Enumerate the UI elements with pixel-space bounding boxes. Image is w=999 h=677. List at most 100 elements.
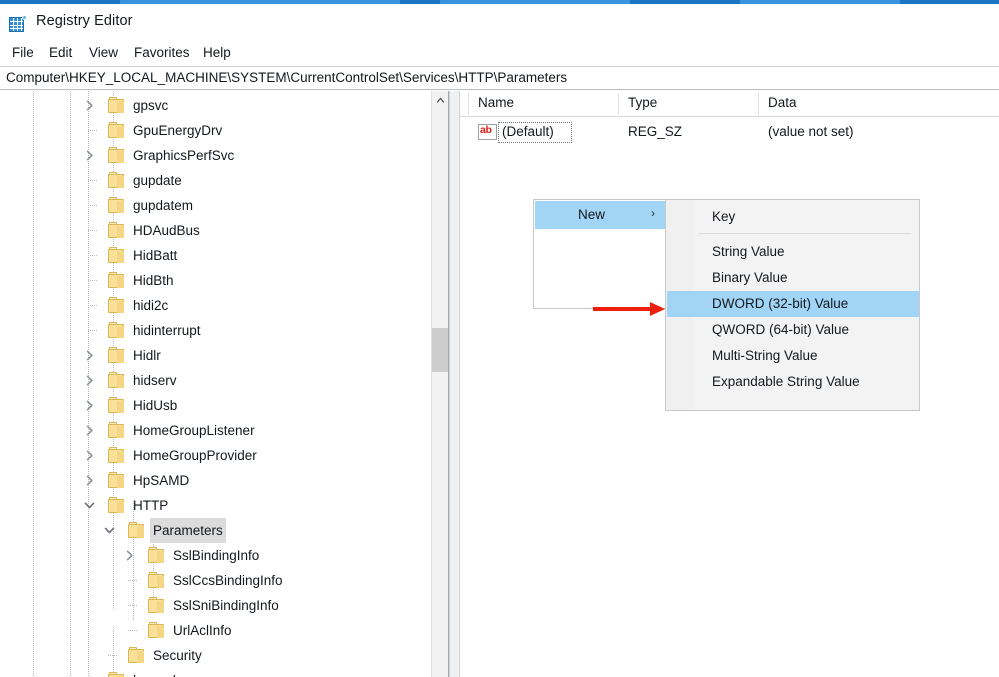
tree-item-label: HomeGroupListener bbox=[133, 423, 255, 438]
menu-help[interactable]: Help bbox=[199, 43, 235, 62]
tree-item-homegrouplistener[interactable]: HomeGroupListener bbox=[0, 418, 432, 443]
folder-icon bbox=[108, 297, 125, 313]
chevron-down-icon[interactable] bbox=[84, 500, 95, 511]
tree-item-label: gpsvc bbox=[133, 98, 169, 113]
menu-view[interactable]: View bbox=[85, 43, 122, 62]
submenu-item-multi-string-value[interactable]: Multi-String Value bbox=[667, 343, 919, 369]
tree-elbow bbox=[88, 280, 97, 281]
tree-item-graphicsperfsvc[interactable]: GraphicsPerfSvc bbox=[0, 143, 432, 168]
submenu-item-key[interactable]: Key bbox=[667, 204, 919, 230]
submenu-item-binary-value[interactable]: Binary Value bbox=[667, 265, 919, 291]
tree-item-gupdate[interactable]: gupdate bbox=[0, 168, 432, 193]
address-path: Computer\HKEY_LOCAL_MACHINE\SYSTEM\Curre… bbox=[6, 70, 568, 85]
chevron-right-icon[interactable] bbox=[84, 425, 95, 436]
column-separator[interactable] bbox=[468, 93, 469, 115]
submenu-item-label: Expandable String Value bbox=[712, 374, 860, 389]
tree-item-gpsvc[interactable]: gpsvc bbox=[0, 93, 432, 118]
chevron-down-icon[interactable] bbox=[104, 525, 115, 536]
tree-item-http[interactable]: HTTP bbox=[0, 493, 432, 518]
tree-item-hvcrash[interactable]: hvcrash bbox=[0, 668, 432, 677]
folder-icon bbox=[108, 97, 125, 113]
list-header: Name Type Data bbox=[460, 91, 999, 117]
scroll-up-icon[interactable] bbox=[432, 91, 448, 108]
folder-icon bbox=[108, 247, 125, 263]
chevron-right-icon[interactable] bbox=[84, 150, 95, 161]
column-header-name[interactable]: Name bbox=[478, 95, 514, 110]
folder-icon bbox=[108, 272, 125, 288]
tree-item-parameters[interactable]: Parameters bbox=[0, 518, 432, 543]
tree-item-urlaclinfo[interactable]: UrlAclInfo bbox=[0, 618, 432, 643]
tree-item-hidinterrupt[interactable]: hidinterrupt bbox=[0, 318, 432, 343]
tree-item-sslbindinginfo[interactable]: SslBindingInfo bbox=[0, 543, 432, 568]
tree-item-gupdatem[interactable]: gupdatem bbox=[0, 193, 432, 218]
folder-icon bbox=[108, 472, 125, 488]
tree-item-label: GraphicsPerfSvc bbox=[133, 148, 235, 163]
tree-item-homegroupprovider[interactable]: HomeGroupProvider bbox=[0, 443, 432, 468]
submenu-item-expandable-string-value[interactable]: Expandable String Value bbox=[667, 369, 919, 395]
scrollbar-thumb[interactable] bbox=[432, 328, 448, 372]
tree-item-label: GpuEnergyDrv bbox=[133, 123, 223, 138]
submenu-item-qword-64-bit-value[interactable]: QWORD (64-bit) Value bbox=[667, 317, 919, 343]
tree-item-label: UrlAclInfo bbox=[173, 623, 232, 638]
tree-item-hidbatt[interactable]: HidBatt bbox=[0, 243, 432, 268]
chevron-right-icon[interactable] bbox=[84, 450, 95, 461]
tree-scrollbar[interactable] bbox=[431, 91, 448, 677]
tree-elbow bbox=[88, 205, 97, 206]
tree-item-hidlr[interactable]: Hidlr bbox=[0, 343, 432, 368]
tree-item-hidbth[interactable]: HidBth bbox=[0, 268, 432, 293]
chevron-right-icon[interactable] bbox=[84, 350, 95, 361]
string-value-icon: ab bbox=[478, 124, 497, 140]
chevron-right-icon[interactable] bbox=[84, 475, 95, 486]
column-separator[interactable] bbox=[758, 93, 759, 115]
menu-edit[interactable]: Edit bbox=[45, 43, 76, 62]
tree-elbow bbox=[128, 630, 137, 631]
tree-item-sslccsbindinginfo[interactable]: SslCcsBindingInfo bbox=[0, 568, 432, 593]
menu-favorites[interactable]: Favorites bbox=[130, 43, 194, 62]
tree-item-gpuenergydrv[interactable]: GpuEnergyDrv bbox=[0, 118, 432, 143]
folder-icon bbox=[108, 322, 125, 338]
column-header-type[interactable]: Type bbox=[628, 95, 657, 110]
tree-elbow bbox=[88, 180, 97, 181]
folder-icon bbox=[108, 422, 125, 438]
submenu-item-label: Key bbox=[712, 209, 736, 224]
window-title: Registry Editor bbox=[36, 13, 133, 29]
new-submenu[interactable]: Key String Value Binary Value DWORD (32-bit… bbox=[665, 199, 920, 411]
tree-item-security[interactable]: Security bbox=[0, 643, 432, 668]
tree-item-hidusb[interactable]: HidUsb bbox=[0, 393, 432, 418]
menu-bar: File Edit View Favorites Help bbox=[0, 40, 999, 66]
address-bar[interactable]: Computer\HKEY_LOCAL_MACHINE\SYSTEM\Curre… bbox=[0, 66, 999, 90]
tree-elbow bbox=[88, 255, 97, 256]
context-menu-item-new-label[interactable]: New bbox=[578, 207, 605, 222]
tree-item-label: HTTP bbox=[133, 498, 169, 513]
chevron-right-icon[interactable] bbox=[84, 375, 95, 386]
submenu-item-dword-32-bit-value[interactable]: DWORD (32-bit) Value bbox=[667, 291, 919, 317]
tree-item-sslsnibindinginfo[interactable]: SslSniBindingInfo bbox=[0, 593, 432, 618]
registry-tree-pane[interactable]: gpsvc GpuEnergyDrv GraphicsPerfSvc gupdate g… bbox=[0, 91, 449, 677]
chevron-right-icon[interactable] bbox=[124, 550, 135, 561]
column-header-data[interactable]: Data bbox=[768, 95, 797, 110]
column-separator[interactable] bbox=[618, 93, 619, 115]
folder-icon bbox=[148, 622, 165, 638]
value-data: (value not set) bbox=[768, 124, 854, 139]
chevron-right-icon[interactable] bbox=[84, 100, 95, 111]
tree-item-hpsamd[interactable]: HpSAMD bbox=[0, 468, 432, 493]
tree-item-label: gupdate bbox=[133, 173, 182, 188]
pane-splitter[interactable] bbox=[449, 91, 460, 677]
submenu-item-string-value[interactable]: String Value bbox=[667, 239, 919, 265]
tree-item-hidi2c[interactable]: hidi2c bbox=[0, 293, 432, 318]
tree-item-label: HidBatt bbox=[133, 248, 178, 263]
folder-icon bbox=[108, 222, 125, 238]
context-menu[interactable]: New › bbox=[533, 199, 668, 309]
tree-item-hidserv[interactable]: hidserv bbox=[0, 368, 432, 393]
string-value-icon-text: ab bbox=[480, 124, 492, 136]
tree-item-hdaudbus[interactable]: HDAudBus bbox=[0, 218, 432, 243]
folder-icon bbox=[108, 672, 125, 677]
folder-icon bbox=[108, 372, 125, 388]
value-row[interactable]: ab (Default) REG_SZ (value not set) bbox=[460, 121, 999, 145]
value-type: REG_SZ bbox=[628, 124, 683, 139]
submenu-item-label: QWORD (64-bit) Value bbox=[712, 322, 850, 337]
menu-file[interactable]: File bbox=[8, 43, 38, 62]
tree-item-label: SslBindingInfo bbox=[173, 548, 260, 563]
chevron-right-icon[interactable] bbox=[84, 400, 95, 411]
tree-elbow bbox=[128, 580, 137, 581]
